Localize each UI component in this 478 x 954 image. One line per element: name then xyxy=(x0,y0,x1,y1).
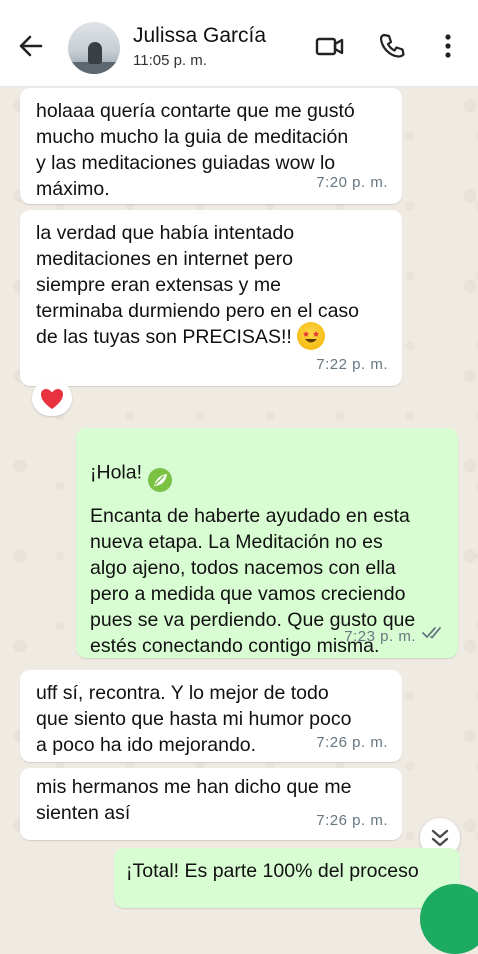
chat-header: Julissa García 11:05 p. m. xyxy=(0,0,478,87)
message-text: ¡Total! Es parte 100% del proceso xyxy=(126,860,419,882)
red-heart-emoji-icon[interactable] xyxy=(32,380,72,416)
message-bubble-outgoing[interactable]: ¡Total! Es parte 100% del proceso xyxy=(114,848,460,908)
message-timestamp: 7:23 p. m. xyxy=(344,628,416,645)
message-bubble-incoming[interactable]: holaaa quería contarte que me gustó much… xyxy=(20,88,402,204)
message-text: la verdad que había intentado meditacion… xyxy=(36,220,388,352)
more-vert-icon[interactable] xyxy=(432,30,464,62)
new-message-fab[interactable] xyxy=(420,884,478,954)
message-timestamp: 7:22 p. m. xyxy=(316,356,388,373)
message-bubble-incoming[interactable]: mis hermanos me han dicho que me sienten… xyxy=(20,768,402,840)
back-arrow-icon[interactable] xyxy=(16,31,46,61)
contact-name[interactable]: Julissa García xyxy=(133,24,266,48)
phone-icon[interactable] xyxy=(376,30,408,62)
star-struck-emoji-icon xyxy=(297,322,326,350)
read-double-check-icon xyxy=(422,621,446,647)
message-bubble-incoming[interactable]: la verdad que había intentado meditacion… xyxy=(20,210,402,386)
message-bubble-incoming[interactable]: uff sí, recontra. Y lo mejor de todo que… xyxy=(20,670,402,762)
message-timestamp: 7:26 p. m. xyxy=(316,734,388,751)
video-call-icon[interactable] xyxy=(314,30,346,62)
leaf-emoji-icon xyxy=(147,441,173,500)
last-seen-status: 11:05 p. m. xyxy=(133,52,207,69)
greeting-text: ¡Hola! xyxy=(90,461,143,484)
message-bubble-outgoing[interactable]: ¡Hola! Encanta de haberte ayudado en est… xyxy=(76,428,458,658)
contact-avatar[interactable] xyxy=(68,22,120,74)
message-timestamp: 7:20 p. m. xyxy=(316,174,388,191)
message-timestamp: 7:26 p. m. xyxy=(316,812,388,829)
